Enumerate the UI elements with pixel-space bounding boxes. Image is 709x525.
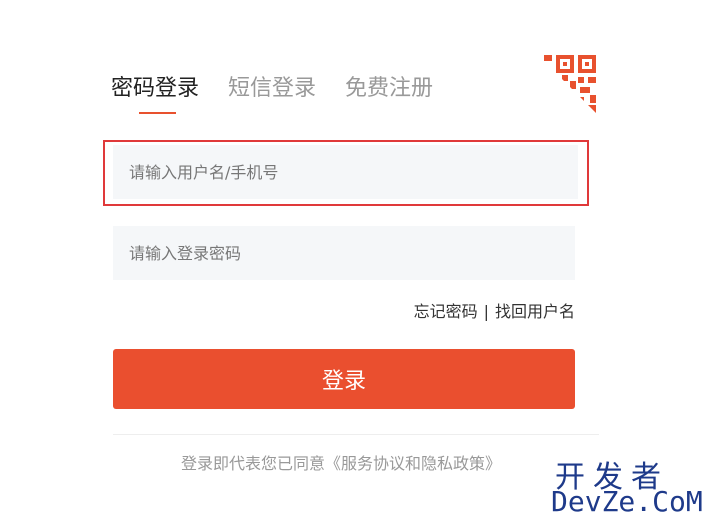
find-username-link[interactable]: 找回用户名	[495, 302, 575, 321]
login-button[interactable]: 登录	[113, 349, 575, 409]
forgot-password-link[interactable]: 忘记密码	[414, 302, 478, 321]
watermark-en: DevZe.CoM	[551, 485, 703, 518]
link-separator: |	[483, 302, 489, 321]
username-input[interactable]	[113, 145, 578, 199]
watermark-logo: 开发者 DevZe.CoM	[551, 452, 703, 522]
tab-register[interactable]: 免费注册	[345, 70, 433, 102]
qr-code-icon[interactable]	[534, 51, 598, 115]
password-input[interactable]	[113, 226, 575, 280]
tab-sms-login[interactable]: 短信登录	[228, 70, 316, 102]
agreement-text[interactable]: 登录即代表您已同意《服务协议和隐私政策》	[181, 450, 501, 474]
account-help-links: 忘记密码 | 找回用户名	[414, 298, 575, 322]
active-tab-indicator	[139, 112, 176, 114]
divider	[113, 434, 599, 435]
tab-password-login[interactable]: 密码登录	[111, 70, 199, 102]
